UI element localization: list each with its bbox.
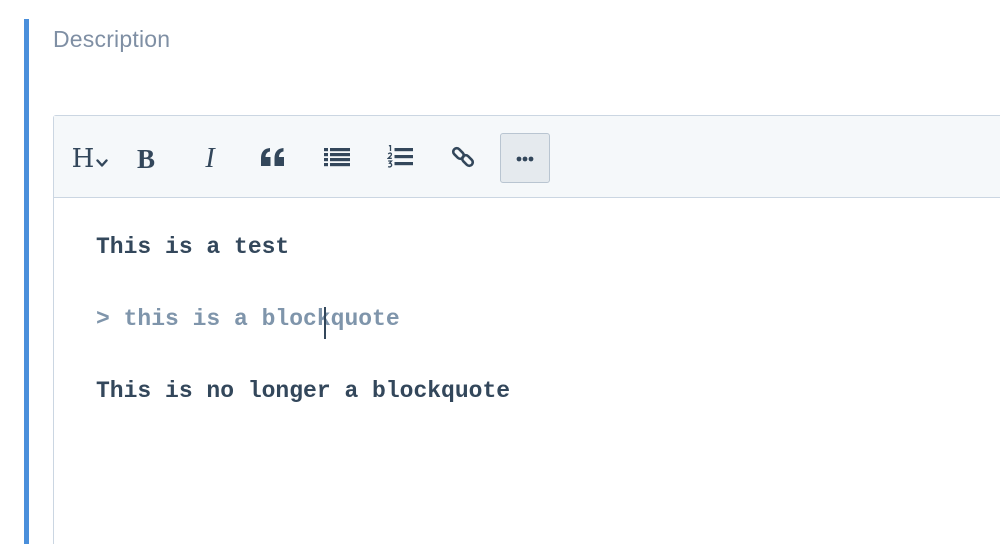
field-label: Description	[53, 26, 171, 52]
chevron-down-icon	[96, 145, 109, 175]
link-icon	[451, 145, 475, 174]
numbered-list-button[interactable]	[382, 134, 418, 184]
editor-toolbar: H B I	[54, 116, 1000, 198]
rich-text-editor[interactable]: H B I This is a test > this is a blockqu…	[53, 115, 1000, 544]
more-options-icon	[516, 149, 534, 167]
focus-accent-bar	[24, 19, 29, 544]
description-field: Description H B I This is a test > this …	[0, 0, 1000, 544]
bulleted-list-button[interactable]	[319, 134, 355, 184]
text-line: This is no longer a blockquote	[96, 378, 511, 404]
italic-button[interactable]: I	[192, 134, 228, 184]
blockquote-button[interactable]	[255, 134, 291, 184]
more-options-button[interactable]	[500, 133, 550, 183]
link-button[interactable]	[445, 134, 481, 184]
bold-button[interactable]: B	[128, 134, 164, 184]
italic-label: I	[205, 143, 215, 174]
numbered-list-icon	[386, 143, 413, 174]
blockquote-line: > this is a blockquote	[96, 306, 400, 332]
bold-label: B	[136, 143, 155, 174]
text-cursor	[324, 307, 326, 339]
bulleted-list-icon	[324, 147, 350, 172]
heading-label: H	[71, 144, 95, 174]
blockquote-icon	[260, 147, 286, 172]
heading-dropdown-button[interactable]: H	[67, 134, 113, 184]
text-line: This is a test	[96, 234, 290, 260]
